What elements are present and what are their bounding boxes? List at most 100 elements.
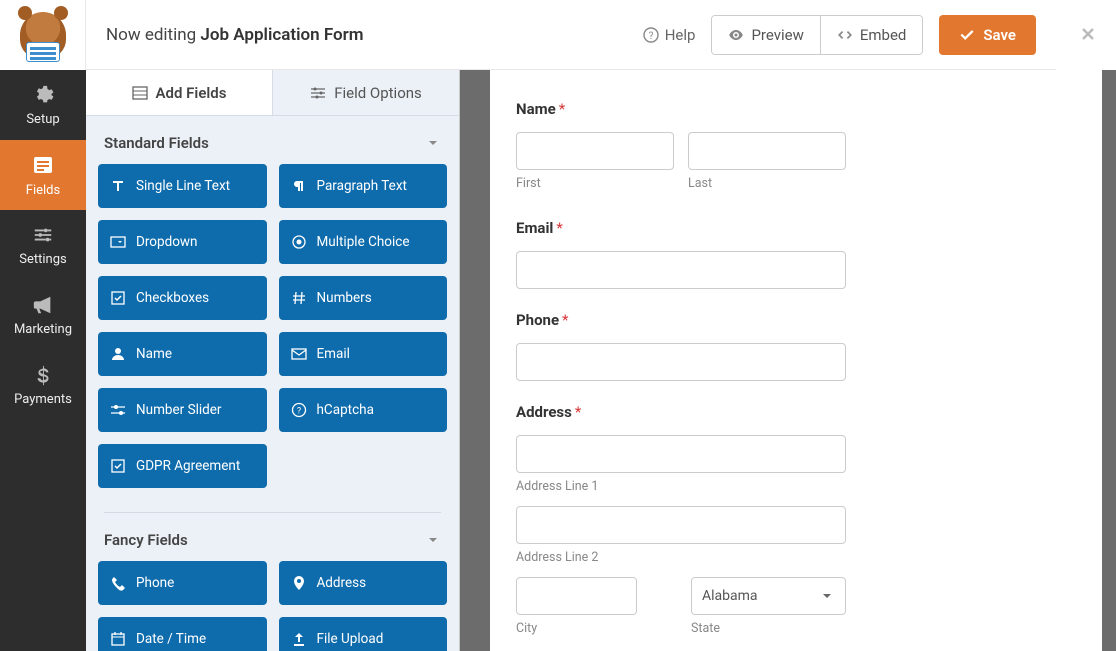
section-fancy-label: Fancy Fields: [104, 531, 188, 549]
preview-embed-group: Preview Embed: [711, 15, 923, 55]
address-line2-input[interactable]: [516, 506, 846, 544]
gear-icon: [32, 84, 54, 106]
phone-label: Phone*: [516, 311, 1076, 329]
section-standard-label: Standard Fields: [104, 134, 209, 152]
nav-setup[interactable]: Setup: [0, 70, 86, 140]
nav-settings[interactable]: Settings: [0, 210, 86, 280]
nav-marketing-label: Marketing: [14, 322, 72, 337]
embed-button[interactable]: Embed: [820, 16, 923, 54]
upload-icon: [291, 631, 307, 647]
field-file-upload[interactable]: File Upload: [279, 617, 448, 651]
nav-payments[interactable]: Payments: [0, 350, 86, 420]
required-asterisk: *: [559, 100, 565, 118]
envelope-icon: [291, 346, 307, 362]
checkbox-icon: [110, 458, 126, 474]
checkbox-icon: [110, 290, 126, 306]
wpforms-logo: [0, 0, 86, 70]
field-address[interactable]: Address: [279, 561, 448, 605]
first-name-input[interactable]: [516, 132, 674, 170]
help-link[interactable]: ? Help: [643, 26, 696, 44]
help-label: Help: [665, 26, 696, 44]
svg-text:?: ?: [648, 31, 653, 42]
field-number-slider[interactable]: Number Slider: [98, 388, 267, 432]
eye-icon: [728, 27, 744, 43]
form-preview: Name* First Last Email* Phone* Address*: [490, 70, 1102, 651]
section-fancy-fields[interactable]: Fancy Fields: [98, 513, 447, 561]
tab-add-fields[interactable]: Add Fields: [86, 70, 273, 115]
code-icon: [837, 27, 853, 43]
save-button[interactable]: Save: [939, 15, 1036, 55]
preview-name-field[interactable]: Name* First Last: [516, 100, 1076, 191]
chevron-down-icon: [425, 532, 441, 548]
preview-address-field[interactable]: Address* Address Line 1 Address Line 2 C…: [516, 403, 1076, 636]
preview-button[interactable]: Preview: [712, 16, 819, 54]
field-numbers[interactable]: Numbers: [279, 276, 448, 320]
address-label: Address*: [516, 403, 1076, 421]
field-single-line-text[interactable]: Single Line Text: [98, 164, 267, 208]
title-prefix: Now editing: [106, 25, 200, 45]
field-email[interactable]: Email: [279, 332, 448, 376]
text-icon: [110, 178, 126, 194]
nav-payments-label: Payments: [14, 392, 72, 407]
nav-setup-label: Setup: [26, 112, 59, 127]
bullhorn-icon: [32, 294, 54, 316]
standard-fields-grid: Single Line Text Paragraph Text Dropdown…: [98, 164, 447, 488]
nav-settings-label: Settings: [19, 252, 66, 267]
user-icon: [110, 346, 126, 362]
phone-input[interactable]: [516, 343, 846, 381]
preview-email-field[interactable]: Email*: [516, 219, 1076, 289]
field-hcaptcha[interactable]: ? hCaptcha: [279, 388, 448, 432]
nav-fields[interactable]: Fields: [0, 140, 86, 210]
page-title: Now editing Job Application Form: [106, 25, 364, 45]
preview-phone-field[interactable]: Phone*: [516, 311, 1076, 381]
pin-icon: [291, 575, 307, 591]
svg-text:?: ?: [296, 407, 300, 417]
question-icon: ?: [291, 402, 307, 418]
panel-tabs: Add Fields Field Options: [86, 70, 459, 116]
grid-icon: [132, 85, 148, 101]
field-paragraph-text[interactable]: Paragraph Text: [279, 164, 448, 208]
addr2-sublabel: Address Line 2: [516, 550, 846, 565]
state-value: Alabama: [702, 588, 758, 604]
help-icon: ?: [643, 27, 659, 43]
paragraph-icon: [291, 178, 307, 194]
radio-icon: [291, 234, 307, 250]
left-nav: Setup Fields Settings Marketing Payments: [0, 70, 86, 651]
sliders-icon: [110, 402, 126, 418]
left-gutter: [460, 70, 490, 651]
embed-label: Embed: [860, 26, 907, 44]
required-asterisk: *: [556, 219, 562, 237]
check-icon: [959, 27, 975, 43]
field-multiple-choice[interactable]: Multiple Choice: [279, 220, 448, 264]
chevron-down-icon: [819, 588, 835, 604]
tab-field-options[interactable]: Field Options: [273, 70, 459, 115]
field-date-time[interactable]: Date / Time: [98, 617, 267, 651]
required-asterisk: *: [575, 403, 581, 421]
nav-marketing[interactable]: Marketing: [0, 280, 86, 350]
dropdown-icon: [110, 234, 126, 250]
top-bar: Now editing Job Application Form ? Help …: [86, 0, 1056, 70]
sliders-icon: [310, 85, 326, 101]
fields-panel: Add Fields Field Options Standard Fields…: [86, 70, 460, 651]
email-input[interactable]: [516, 251, 846, 289]
tab-add-label: Add Fields: [156, 84, 227, 102]
field-gdpr-agreement[interactable]: GDPR Agreement: [98, 444, 267, 488]
close-button[interactable]: [1078, 24, 1098, 44]
last-sublabel: Last: [688, 176, 846, 191]
field-dropdown[interactable]: Dropdown: [98, 220, 267, 264]
field-name[interactable]: Name: [98, 332, 267, 376]
phone-icon: [110, 575, 126, 591]
field-phone[interactable]: Phone: [98, 561, 267, 605]
hash-icon: [291, 290, 307, 306]
field-checkboxes[interactable]: Checkboxes: [98, 276, 267, 320]
city-input[interactable]: [516, 577, 637, 615]
sliders-icon: [32, 224, 54, 246]
name-label: Name*: [516, 100, 1076, 118]
nav-fields-label: Fields: [26, 183, 60, 198]
form-name: Job Application Form: [200, 25, 363, 45]
state-select[interactable]: Alabama: [691, 577, 846, 615]
last-name-input[interactable]: [688, 132, 846, 170]
address-line1-input[interactable]: [516, 435, 846, 473]
section-standard-fields[interactable]: Standard Fields: [98, 116, 447, 164]
state-sublabel: State: [691, 621, 846, 636]
